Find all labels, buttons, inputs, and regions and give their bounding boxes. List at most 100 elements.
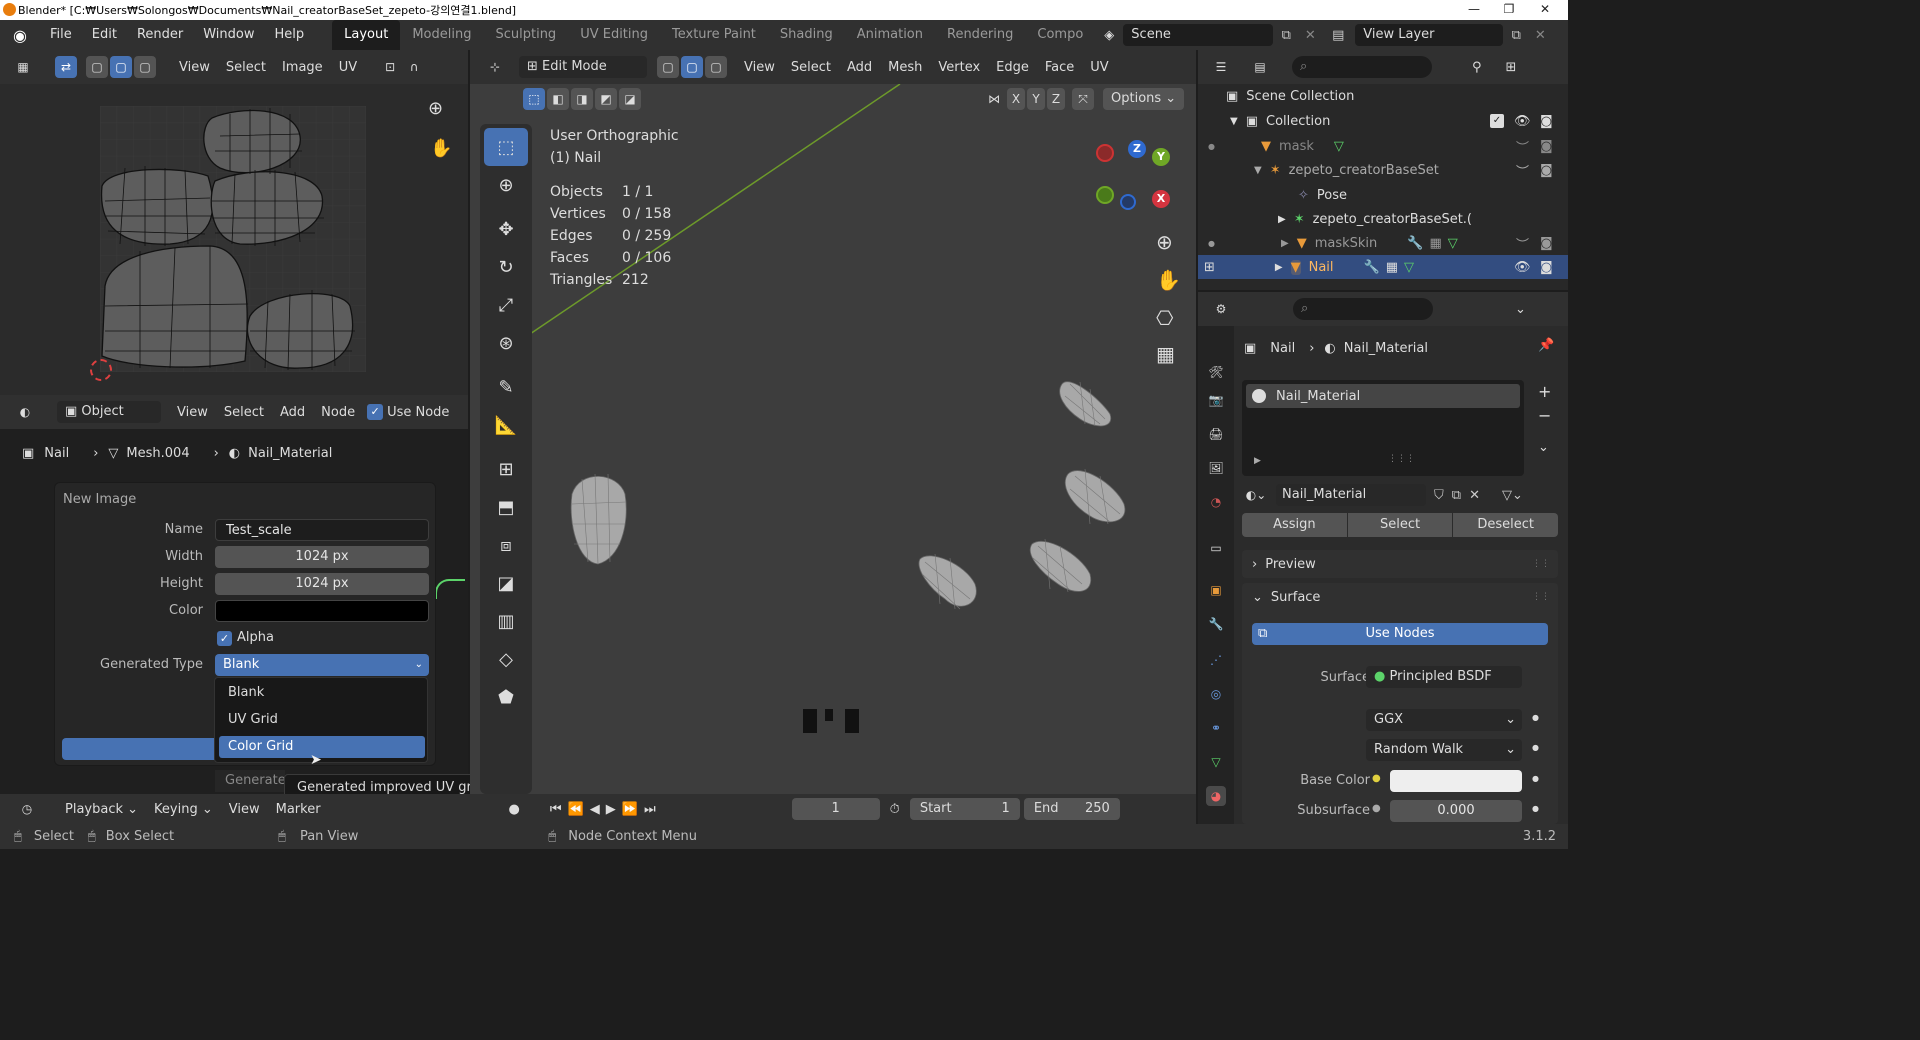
name-input[interactable]: Test_scale	[215, 519, 429, 541]
pan-hand-icon[interactable]: ✋	[430, 138, 452, 159]
filter-icon[interactable]: ⚲	[1472, 60, 1482, 75]
height-field[interactable]: 1024 px	[215, 573, 429, 595]
uv-menu-image[interactable]: Image	[274, 60, 331, 75]
scene-tab-icon[interactable]: ◔	[1206, 492, 1226, 512]
surface-shader-field[interactable]: ● Principled BSDF	[1366, 666, 1522, 688]
resize-handle-icon[interactable]: ⋮⋮⋮	[1388, 454, 1415, 464]
viewport-menu-uv[interactable]: UV	[1082, 60, 1116, 75]
generated-type-dropdown[interactable]: Blank ⌄	[215, 654, 429, 676]
uv-menu-uv[interactable]: UV	[331, 60, 365, 75]
menu-file[interactable]: File	[40, 20, 82, 50]
viewport-menu-mesh[interactable]: Mesh	[880, 60, 930, 75]
uv-menu-view[interactable]: View	[171, 60, 218, 75]
outliner-row-collection[interactable]: ▼ ▣ Collection ✓ 👁 ◙	[1198, 109, 1568, 133]
poly-build-tool-icon[interactable]: ⬟	[484, 678, 528, 716]
physics-tab-icon[interactable]: ◎	[1206, 684, 1226, 704]
pivot-icon[interactable]: ⊡	[379, 56, 401, 78]
annotate-tool-icon[interactable]: ✎	[484, 368, 528, 406]
material-slot[interactable]: Nail_Material	[1246, 384, 1520, 408]
outliner-row-armature[interactable]: ▼ ✶ zepeto_creatorBaseSet ︶ ◙	[1198, 158, 1568, 182]
edge-mode-icon[interactable]: ▢	[681, 56, 703, 78]
uv-grid-canvas[interactable]	[100, 106, 366, 372]
add-slot-icon[interactable]: +	[1538, 382, 1551, 401]
object-tab-icon[interactable]: ▣	[1206, 580, 1226, 600]
move-tool-icon[interactable]: ✥	[484, 210, 528, 248]
eye-icon[interactable]: 👁	[1514, 260, 1531, 275]
color-swatch[interactable]	[215, 600, 429, 622]
option-blank[interactable]: Blank	[219, 682, 425, 704]
stopwatch-icon[interactable]: ⏱	[890, 802, 900, 817]
option-color-grid[interactable]: Color Grid	[219, 736, 425, 758]
menu-window[interactable]: Window	[193, 20, 264, 50]
width-field[interactable]: 1024 px	[215, 546, 429, 568]
assign-button[interactable]: Assign	[1242, 513, 1347, 537]
face-mode-icon[interactable]: ▢	[705, 56, 727, 78]
navigation-gizmo[interactable]: Z Y X	[1090, 140, 1170, 220]
slot-specials-icon[interactable]: ⌄	[1538, 440, 1549, 455]
outliner-row-armature-data[interactable]: ▶ ✶ zepeto_creatorBaseSet.(	[1198, 207, 1568, 231]
bevel-tool-icon[interactable]: ◪	[484, 564, 528, 602]
tab-texture-paint[interactable]: Texture Paint	[660, 20, 768, 50]
zoom-icon[interactable]: ⊕	[1156, 230, 1173, 254]
z-axis-icon[interactable]: Z	[1128, 140, 1146, 158]
constraints-tab-icon[interactable]: ⚭	[1206, 718, 1226, 738]
mode-dropdown[interactable]: ⊞ Edit Mode	[519, 56, 647, 78]
camera-render-icon[interactable]: ◙	[1540, 236, 1553, 251]
node-menu-add[interactable]: Add	[272, 405, 313, 420]
viewport-menu-view[interactable]: View	[736, 60, 783, 75]
tab-sculpting[interactable]: Sculpting	[483, 20, 568, 50]
particles-tab-icon[interactable]: ⋰	[1206, 650, 1226, 670]
camera-render-icon[interactable]: ◙	[1540, 114, 1553, 129]
pin-icon[interactable]: 📌	[1538, 338, 1554, 353]
timeline-menu-view[interactable]: View	[221, 802, 268, 817]
viewport-menu-add[interactable]: Add	[839, 60, 880, 75]
surface-panel-header[interactable]: ⌄ Surface ⋮⋮	[1242, 583, 1558, 611]
viewport-menu-edge[interactable]: Edge	[988, 60, 1037, 75]
outliner-search-input[interactable]: ⌕	[1292, 56, 1432, 78]
pan-hand-icon[interactable]: ✋	[1156, 268, 1181, 292]
tab-uv-editing[interactable]: UV Editing	[568, 20, 660, 50]
properties-search-input[interactable]: ⌕	[1293, 298, 1433, 320]
drag-handle-icon[interactable]: ⋮⋮	[1532, 592, 1550, 602]
color-socket-icon[interactable]: ●	[1372, 773, 1381, 784]
material-name-field[interactable]: Nail_Material	[1276, 484, 1426, 506]
camera-render-icon[interactable]: ◙	[1540, 260, 1553, 275]
node-menu-view[interactable]: View	[169, 405, 216, 420]
outliner-row-mask[interactable]: ● ▼ mask ▽ ︶ ◙	[1198, 134, 1568, 158]
loop-cut-tool-icon[interactable]: ▥	[484, 602, 528, 640]
measure-tool-icon[interactable]: 📐	[484, 406, 528, 444]
menu-edit[interactable]: Edit	[82, 20, 127, 50]
tab-rendering[interactable]: Rendering	[935, 20, 1025, 50]
add-cube-tool-icon[interactable]: ⊞	[484, 450, 528, 488]
view-layer-close-icon[interactable]: ✕	[1529, 28, 1551, 43]
scene-close-icon[interactable]: ✕	[1299, 28, 1321, 43]
viewport-menu-face[interactable]: Face	[1037, 60, 1082, 75]
outliner-row-maskskin[interactable]: ● ▶ ▼ maskSkin 🔧 ▦ ▽ ︶ ◙	[1198, 231, 1568, 255]
view-layer-icon[interactable]: ▤	[1321, 28, 1355, 43]
scale-tool-icon[interactable]: ⤢	[484, 286, 528, 324]
view-layer-copy-icon[interactable]: ⧉	[1503, 28, 1529, 43]
output-tab-icon[interactable]: 🖨	[1206, 424, 1226, 444]
render-tab-icon[interactable]: 📷	[1206, 390, 1226, 410]
camera-render-icon[interactable]: ◙	[1540, 163, 1553, 178]
material-tab-icon[interactable]: ◕	[1206, 786, 1226, 806]
base-color-swatch[interactable]	[1390, 770, 1522, 792]
hidden-eye-icon[interactable]: ︶	[1516, 137, 1529, 156]
edge-select-icon[interactable]: ▢	[110, 56, 132, 78]
fake-user-icon[interactable]: ⛉	[1434, 488, 1444, 503]
node-menu-select[interactable]: Select	[216, 405, 272, 420]
blender-menu-icon[interactable]: ◉	[0, 26, 40, 45]
zoom-icon[interactable]: ⊕	[428, 98, 443, 119]
properties-editor-type-icon[interactable]: ⚙	[1210, 298, 1232, 320]
current-frame-field[interactable]: 1	[791, 798, 880, 820]
modifier-tab-icon[interactable]: 🔧	[1206, 614, 1226, 634]
use-nodes-checkbox[interactable]: ✓	[367, 404, 384, 420]
uv-menu-select[interactable]: Select	[218, 60, 274, 75]
record-icon[interactable]: ●	[509, 802, 520, 817]
keyframe-dot-icon[interactable]: ●	[1532, 804, 1539, 813]
tool-tab-icon[interactable]: 🛠	[1206, 362, 1226, 382]
eye-icon[interactable]: 👁	[1514, 114, 1531, 129]
tab-compositing[interactable]: Compo	[1025, 20, 1095, 50]
outliner-row-nail[interactable]: ⊞ ▶ ▼ Nail 🔧 ▦ ▽ 👁 ◙	[1198, 255, 1568, 279]
viewport-editor-type-icon[interactable]: ⊹	[484, 56, 506, 78]
